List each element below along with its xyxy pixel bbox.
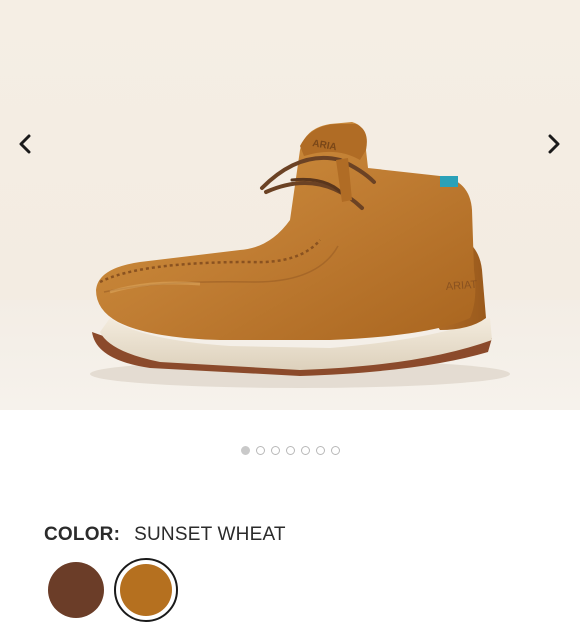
previous-image-button[interactable] [9,128,41,160]
pagination-dot[interactable] [285,446,295,455]
color-label: COLOR: [44,524,121,545]
next-image-button[interactable] [538,128,570,160]
pagination-dot[interactable] [270,446,280,455]
product-image-shoe: ARIAT ARIA [90,122,510,388]
chevron-right-icon [548,134,560,154]
swatch-fill [120,564,172,616]
pagination-dot[interactable] [240,446,250,455]
gallery-pagination [0,446,580,455]
chevron-left-icon [19,134,31,154]
swatch-sunset-wheat[interactable] [114,558,178,622]
pagination-dot[interactable] [300,446,310,455]
svg-text:ARIAT: ARIAT [445,279,478,293]
color-selection: COLOR: SUNSET WHEAT [44,524,286,546]
pagination-dot[interactable] [315,446,325,455]
color-value: SUNSET WHEAT [134,524,286,545]
pagination-dot[interactable] [330,446,340,455]
color-swatches [48,556,248,622]
swatch-dark-brown[interactable] [48,562,104,618]
product-image-gallery[interactable]: ARIAT ARIA [0,0,580,410]
pagination-dot[interactable] [255,446,265,455]
